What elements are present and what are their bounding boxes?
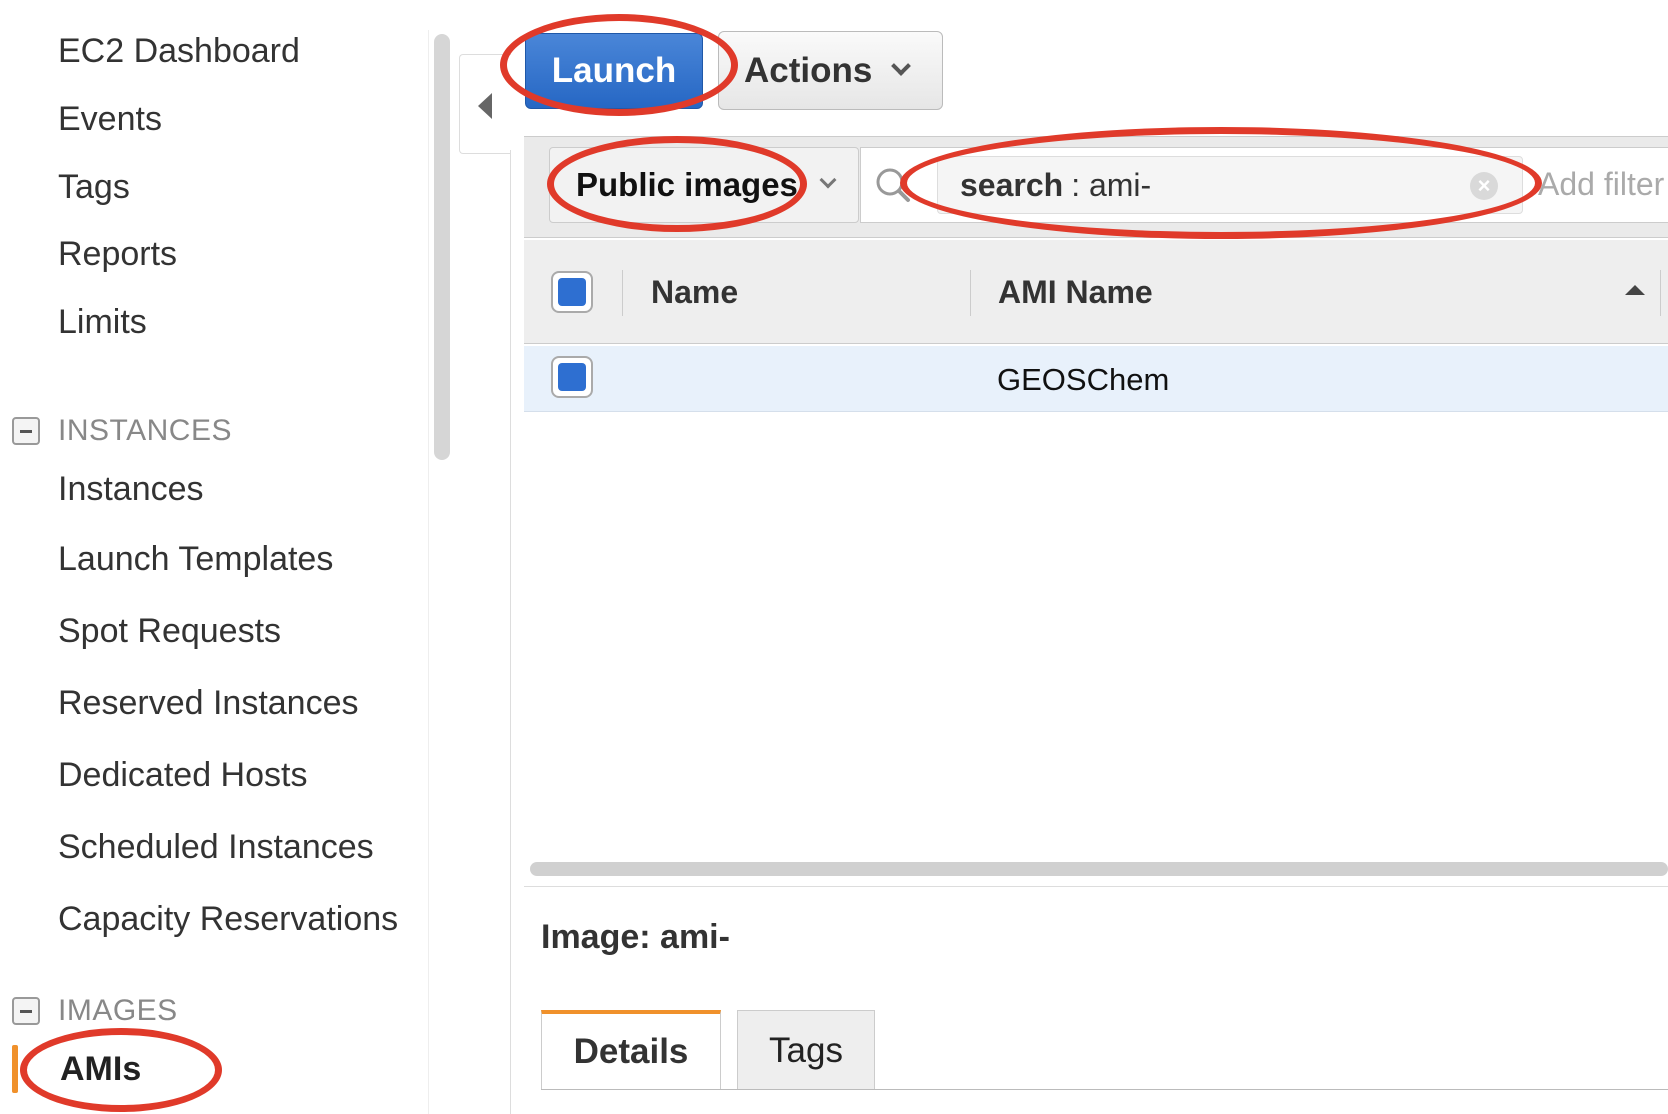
sidebar-item-reserved-instances[interactable]: Reserved Instances (58, 684, 359, 723)
panel-divider (524, 886, 1668, 887)
chevron-down-icon (891, 55, 912, 76)
collapse-icon[interactable] (12, 997, 40, 1025)
horizontal-scrollbar[interactable] (530, 862, 1668, 876)
column-header-name[interactable]: Name (651, 274, 738, 311)
column-divider (970, 270, 971, 316)
sidebar-item-launch-templates[interactable]: Launch Templates (58, 540, 333, 579)
column-divider (622, 270, 623, 316)
sidebar-item-scheduled-instances[interactable]: Scheduled Instances (58, 828, 374, 867)
actions-dropdown-button[interactable]: Actions (718, 31, 943, 110)
chevron-left-icon (478, 93, 492, 119)
sidebar-item-instances[interactable]: Instances (58, 470, 204, 509)
sidebar-item-reports[interactable]: Reports (58, 235, 177, 274)
image-details-title: Image: ami- (541, 918, 730, 956)
sidebar-item-tags[interactable]: Tags (58, 168, 130, 207)
column-header-ami-name[interactable]: AMI Name (998, 274, 1153, 311)
sidebar-item-spot-requests[interactable]: Spot Requests (58, 612, 281, 651)
sidebar-item-limits[interactable]: Limits (58, 303, 147, 342)
sidebar-scrollbar[interactable] (434, 34, 450, 460)
main-divider (510, 150, 511, 1114)
section-label: IMAGES (58, 994, 178, 1027)
sidebar-divider (428, 30, 429, 1114)
section-header-instances[interactable]: INSTANCES (12, 414, 232, 448)
image-scope-select[interactable]: Public images (549, 147, 859, 223)
collapse-icon[interactable] (12, 417, 40, 445)
row-checkbox[interactable] (551, 356, 593, 398)
add-filter-placeholder[interactable]: Add filter (1538, 166, 1664, 203)
sort-ascending-icon[interactable] (1625, 285, 1645, 295)
cell-ami-name: GEOSChem (997, 362, 1170, 397)
sidebar-item-amis[interactable]: AMIs (60, 1050, 141, 1089)
search-filter-token[interactable]: search : ami- (937, 156, 1523, 214)
chevron-down-icon (819, 171, 837, 189)
remove-filter-icon[interactable]: × (1470, 172, 1498, 200)
sidebar-item-events[interactable]: Events (58, 100, 162, 139)
sidebar-nav: EC2 Dashboard Events Tags Reports Limits… (0, 0, 440, 1114)
token-key: search (960, 166, 1064, 203)
search-icon (876, 168, 910, 202)
active-indicator (12, 1045, 18, 1093)
tab-baseline (541, 1089, 1668, 1090)
token-value: : ami- (1071, 166, 1152, 203)
actions-label: Actions (744, 50, 873, 90)
select-all-checkbox[interactable] (551, 271, 593, 313)
collapse-sidebar-button[interactable] (459, 54, 511, 154)
column-divider (1660, 270, 1661, 316)
image-scope-value: Public images (576, 166, 798, 203)
sidebar-item-dedicated-hosts[interactable]: Dedicated Hosts (58, 756, 307, 795)
launch-button[interactable]: Launch (525, 33, 703, 109)
section-label: INSTANCES (58, 414, 232, 447)
sidebar-item-ec2-dashboard[interactable]: EC2 Dashboard (58, 32, 300, 71)
tab-details[interactable]: Details (541, 1010, 721, 1090)
section-header-images[interactable]: IMAGES (12, 994, 178, 1028)
sidebar-item-capacity-reservations[interactable]: Capacity Reservations (58, 900, 398, 939)
tab-tags[interactable]: Tags (737, 1010, 875, 1090)
